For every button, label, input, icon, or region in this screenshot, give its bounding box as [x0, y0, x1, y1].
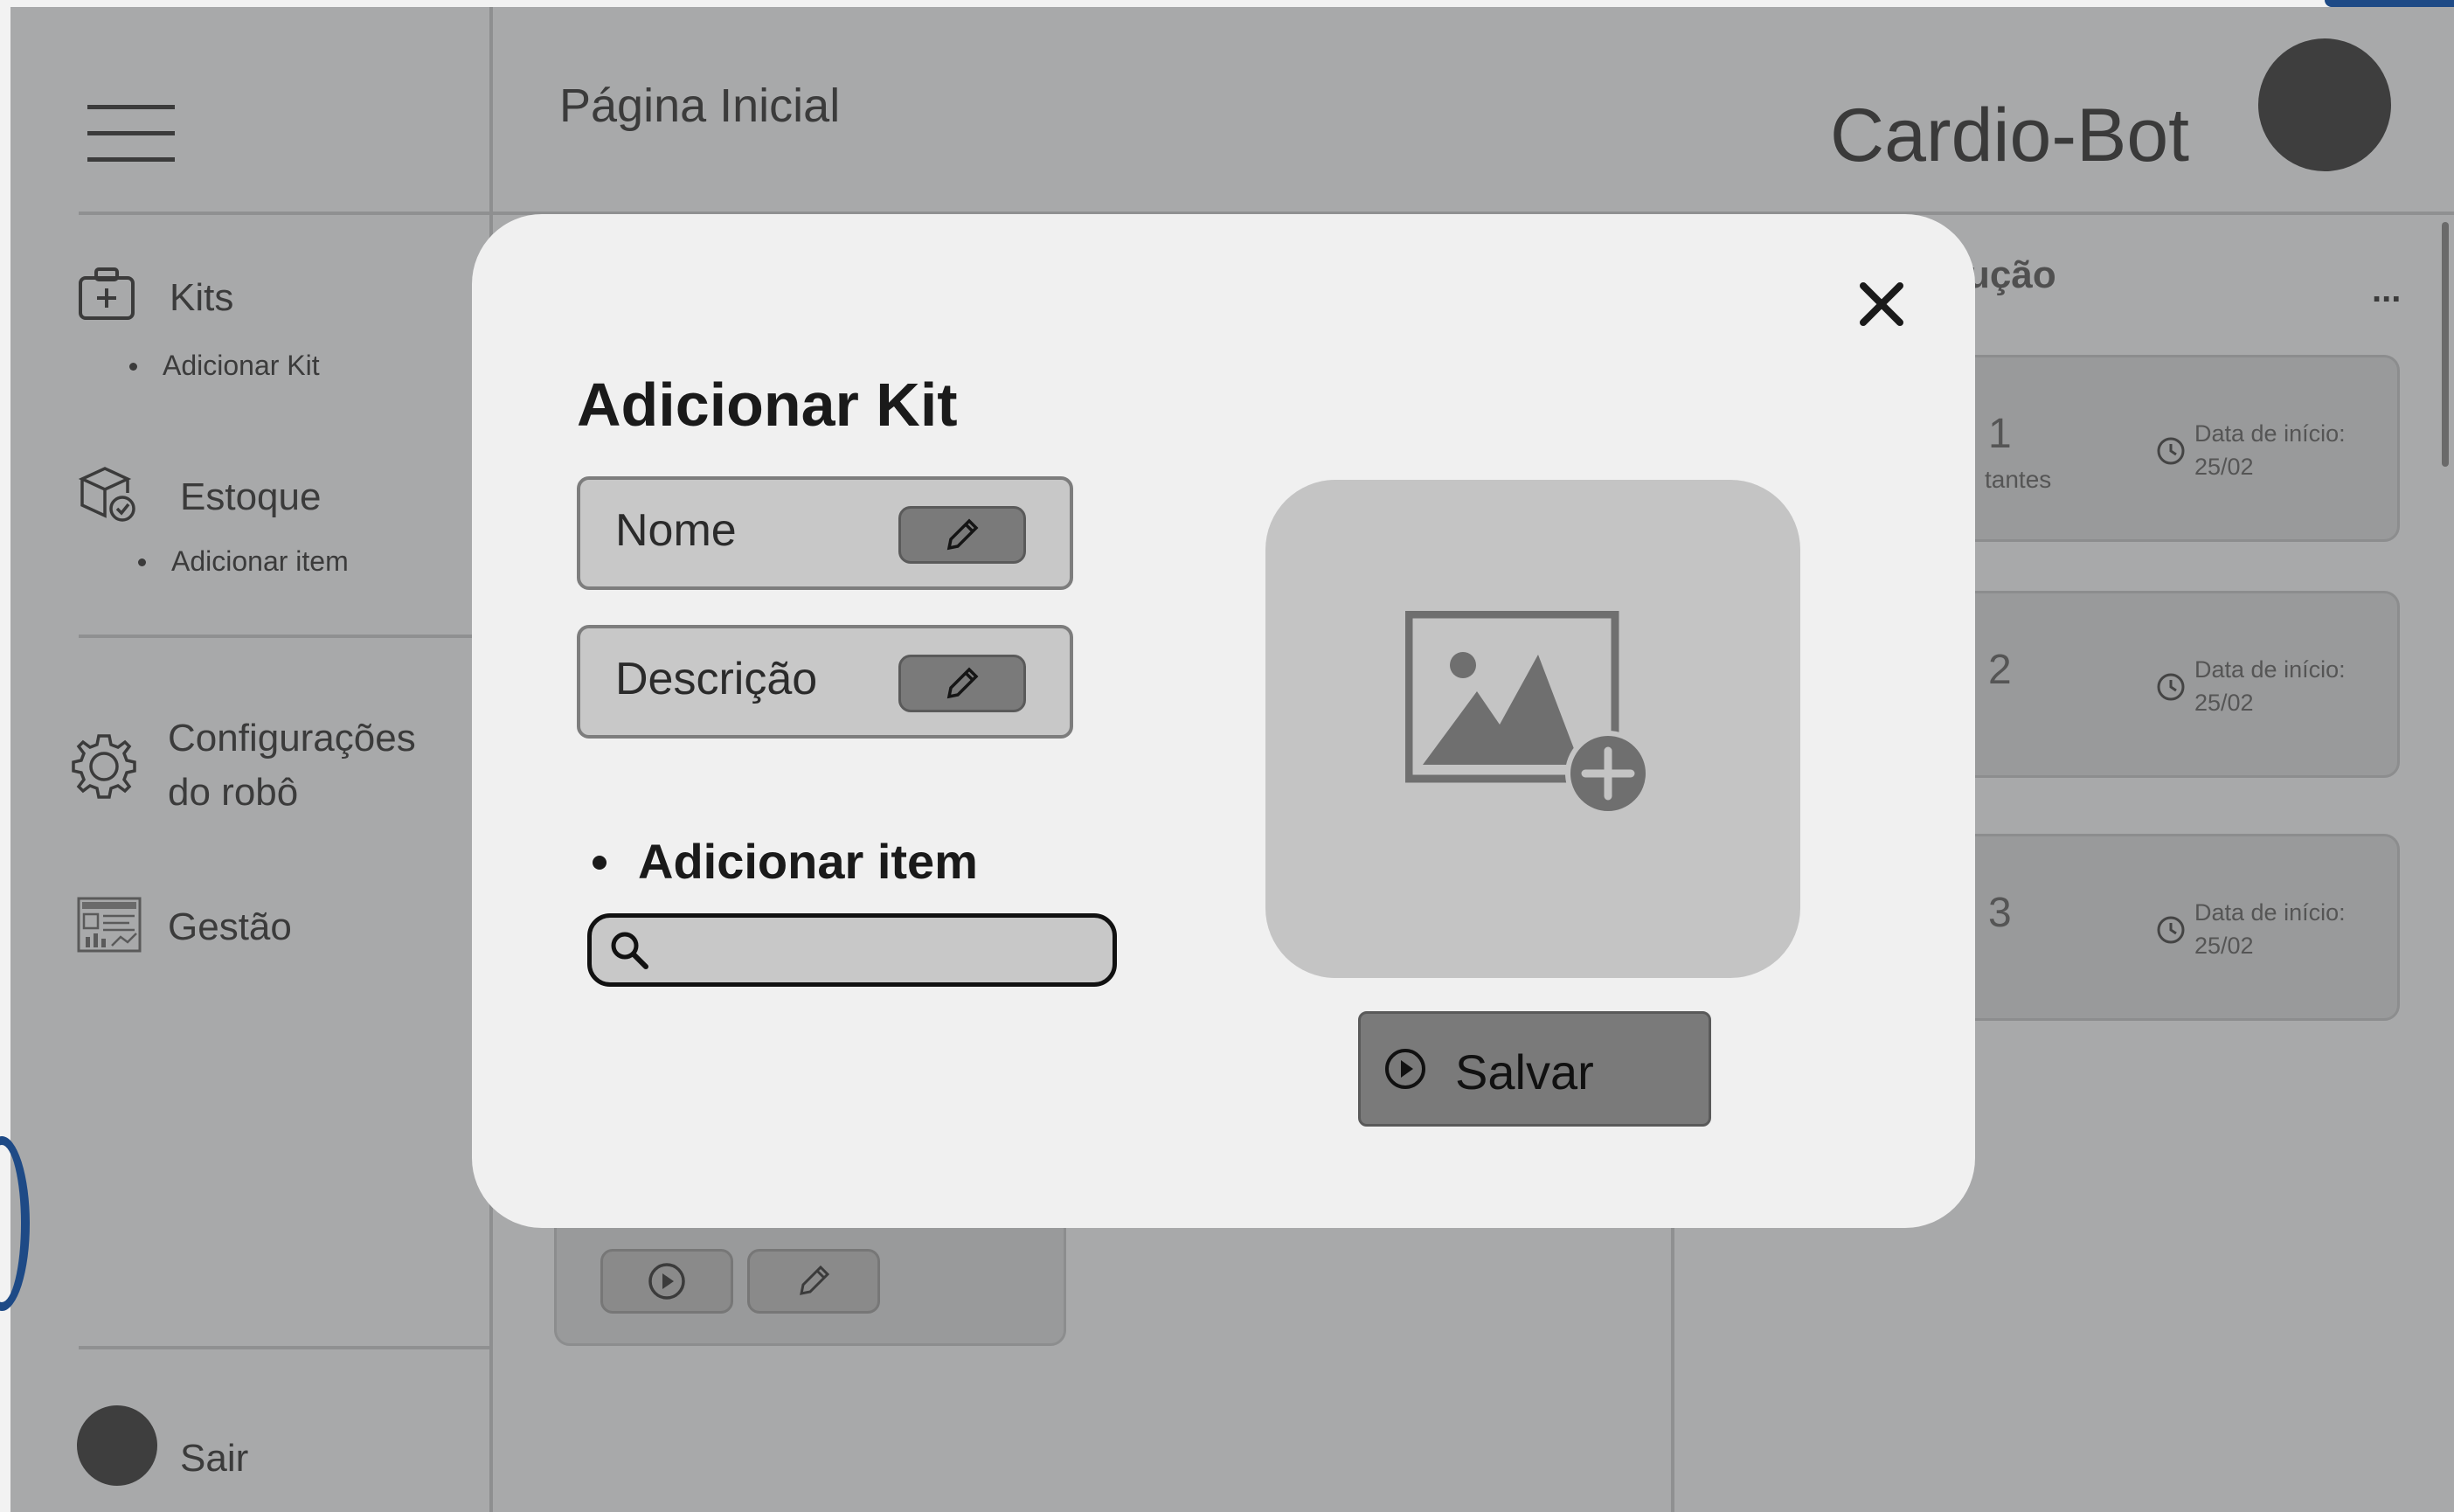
- avatar: [77, 1405, 157, 1486]
- edit-description-button[interactable]: [898, 655, 1026, 712]
- clock-icon: [2157, 437, 2185, 465]
- play-icon: [1385, 1049, 1425, 1089]
- panel-title: ução: [1966, 253, 2056, 296]
- save-button-label: Salvar: [1455, 1044, 1594, 1099]
- sidebar-item-label: Kits: [170, 276, 234, 319]
- menu-icon[interactable]: [87, 105, 175, 163]
- search-icon: [611, 932, 648, 969]
- pencil-icon: [946, 667, 979, 699]
- clock-icon: [2157, 673, 2185, 701]
- gear-icon: [72, 734, 136, 799]
- scrollbar[interactable]: [2442, 222, 2449, 467]
- name-field[interactable]: Nome: [577, 476, 1073, 590]
- medical-kit-icon: [79, 267, 135, 320]
- add-kit-modal: Adicionar Kit Nome Descrição Adicionar i…: [472, 214, 1975, 1228]
- clock-icon: [2157, 916, 2185, 944]
- pencil-icon: [946, 518, 979, 551]
- user-avatar[interactable]: [2258, 38, 2391, 171]
- image-upload-area[interactable]: [1265, 480, 1800, 978]
- bullet: [593, 856, 607, 870]
- save-button[interactable]: Salvar: [1358, 1011, 1711, 1127]
- sidebar-item-robot-settings[interactable]: Configurações do robô: [68, 717, 470, 830]
- list-item[interactable]: 2 Data de início: 25/02: [1933, 591, 2400, 778]
- search-input[interactable]: [587, 913, 1117, 987]
- sidebar-item-label: Estoque: [180, 475, 322, 518]
- add-image-icon: [1405, 611, 1651, 816]
- close-icon: [1860, 282, 1903, 326]
- list-item[interactable]: 3 Data de início: 25/02: [1933, 834, 2400, 1021]
- dashboard-icon: [77, 897, 142, 953]
- play-button[interactable]: [600, 1249, 733, 1314]
- edit-name-button[interactable]: [898, 506, 1026, 564]
- description-field[interactable]: Descrição: [577, 625, 1073, 739]
- sidebar: Kits Adicionar Kit Estoque Adicionar ite…: [10, 7, 493, 1512]
- add-item-label: Adicionar item: [638, 834, 978, 889]
- modal-title: Adicionar Kit: [577, 371, 958, 439]
- close-button[interactable]: [1851, 274, 1912, 335]
- brand-title: Cardio-Bot: [1830, 94, 2190, 177]
- box-check-icon: [78, 467, 135, 522]
- more-options-button[interactable]: ...: [2372, 271, 2401, 310]
- description-field-label: Descrição: [615, 654, 818, 704]
- logout-button[interactable]: Sair: [77, 1405, 339, 1489]
- name-field-label: Nome: [615, 505, 737, 556]
- decorative-corner: [2325, 0, 2454, 7]
- pencil-icon: [800, 1265, 830, 1295]
- page-title: Página Inicial: [559, 80, 841, 132]
- play-icon: [648, 1263, 685, 1300]
- sidebar-item-kits[interactable]: Kits: [77, 266, 461, 327]
- edit-button[interactable]: [747, 1249, 880, 1314]
- list-item[interactable]: 1 tantes Data de início: 25/02: [1933, 355, 2400, 542]
- sidebar-item-gestao[interactable]: Gestão: [77, 895, 461, 961]
- sidebar-item-estoque[interactable]: Estoque: [77, 463, 461, 530]
